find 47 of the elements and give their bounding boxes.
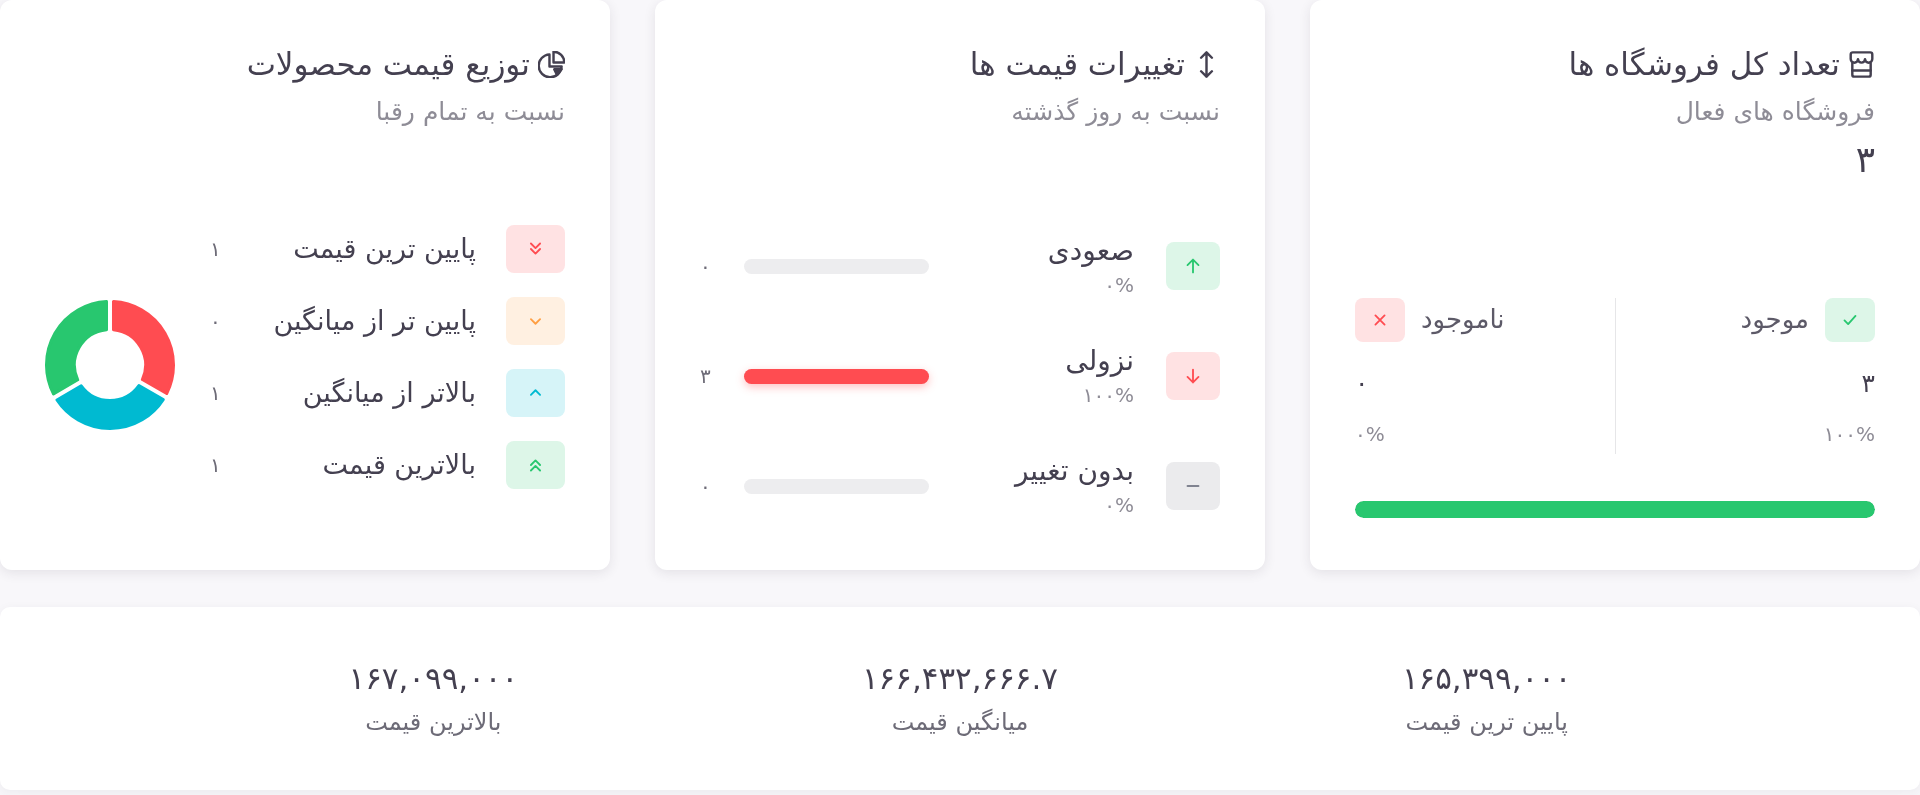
card-title: توزیع قیمت محصولات: [246, 45, 530, 85]
stat-label: ناموجود: [1421, 303, 1505, 337]
chevron-up-icon: [506, 369, 565, 417]
double-chevron-up-icon: [506, 441, 565, 489]
legend-count: ۱: [210, 380, 222, 407]
price-value: ۱۶۷,۰۹۹,۰۰۰: [348, 659, 519, 699]
change-percent: ۱۰۰%: [1082, 382, 1134, 410]
stat-value: ۰: [1355, 369, 1369, 399]
legend-label: پایین تر از میانگین: [272, 304, 476, 339]
change-label: صعودی: [1047, 232, 1134, 269]
change-percent: ۰%: [1104, 272, 1134, 300]
check-icon: [1825, 298, 1875, 342]
store-icon: [1848, 51, 1875, 79]
legend-count: ۰: [210, 308, 222, 335]
double-chevron-down-icon: [506, 225, 565, 273]
card-title: تغییرات قیمت ها: [969, 45, 1185, 85]
price-value: ۱۶۵,۳۹۹,۰۰۰: [1401, 659, 1572, 699]
change-count: ۰: [700, 253, 712, 280]
store-count: ۳: [1855, 138, 1875, 180]
price-value: ۱۶۶,۴۳۲,۶۶۶.۷: [861, 659, 1059, 699]
stat-value: ۳: [1861, 369, 1875, 399]
change-label: بدون تغییر: [1014, 452, 1134, 489]
arrow-up-icon: [1166, 242, 1220, 290]
legend-label: پایین ترین قیمت: [292, 232, 476, 267]
stat-percent: ۱۰۰%: [1823, 421, 1875, 448]
x-mark-icon: [1355, 298, 1405, 342]
card-subtitle: نسبت به روز گذشته: [1011, 95, 1220, 129]
legend-count: ۱: [210, 452, 222, 479]
stat-label: موجود: [1740, 303, 1809, 337]
arrow-down-icon: [1166, 352, 1220, 400]
change-percent: ۰%: [1104, 492, 1134, 520]
legend-count: ۱: [210, 236, 222, 263]
legend-label: بالاتر از میانگین: [301, 376, 476, 411]
card-title: تعداد کل فروشگاه ها: [1568, 45, 1840, 85]
change-count: ۰: [700, 473, 712, 500]
minus-icon: [1166, 462, 1220, 510]
change-count: ۳: [700, 363, 712, 390]
price-label: بالاترین قیمت: [365, 707, 502, 739]
price-label: میانگین قیمت: [891, 707, 1029, 739]
price-label: پایین ترین قیمت: [1405, 707, 1568, 739]
card-subtitle: نسبت به تمام رقبا: [375, 95, 565, 128]
change-label: نزولی: [1065, 342, 1134, 379]
chevron-down-icon: [506, 297, 565, 345]
pie-chart-icon: [538, 51, 565, 79]
stat-percent: ۰%: [1355, 421, 1385, 448]
card-subtitle: فروشگاه های فعال: [1675, 95, 1875, 129]
legend-label: بالاترین قیمت: [321, 448, 476, 483]
